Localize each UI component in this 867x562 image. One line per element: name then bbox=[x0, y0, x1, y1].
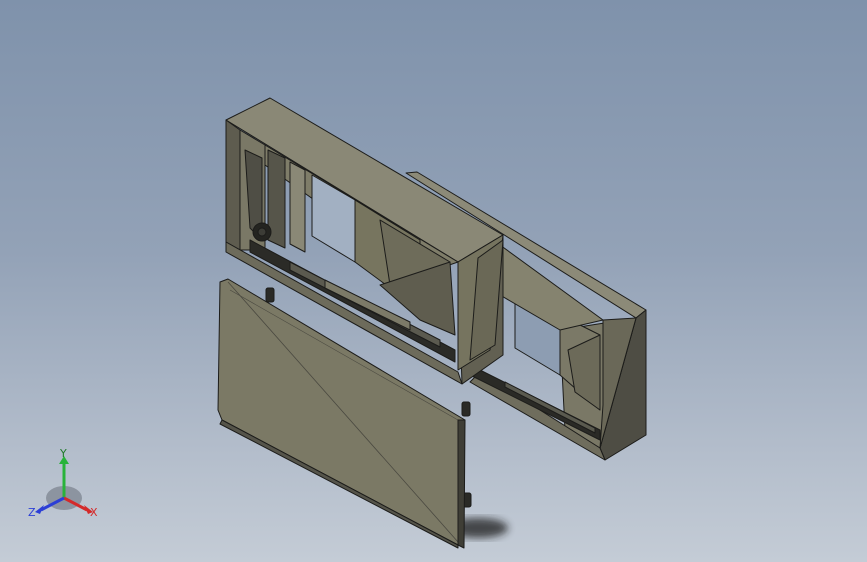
graphics-viewport[interactable]: Y X Z bbox=[0, 0, 867, 562]
y-axis-label: Y bbox=[59, 448, 67, 460]
3d-model-view[interactable] bbox=[0, 0, 867, 562]
pin-top-left bbox=[265, 287, 275, 303]
z-axis-label: Z bbox=[28, 506, 36, 519]
coordinate-triad-icon[interactable]: Y X Z bbox=[22, 448, 106, 524]
pin-top-right bbox=[461, 401, 471, 417]
x-axis-label: X bbox=[90, 506, 98, 519]
